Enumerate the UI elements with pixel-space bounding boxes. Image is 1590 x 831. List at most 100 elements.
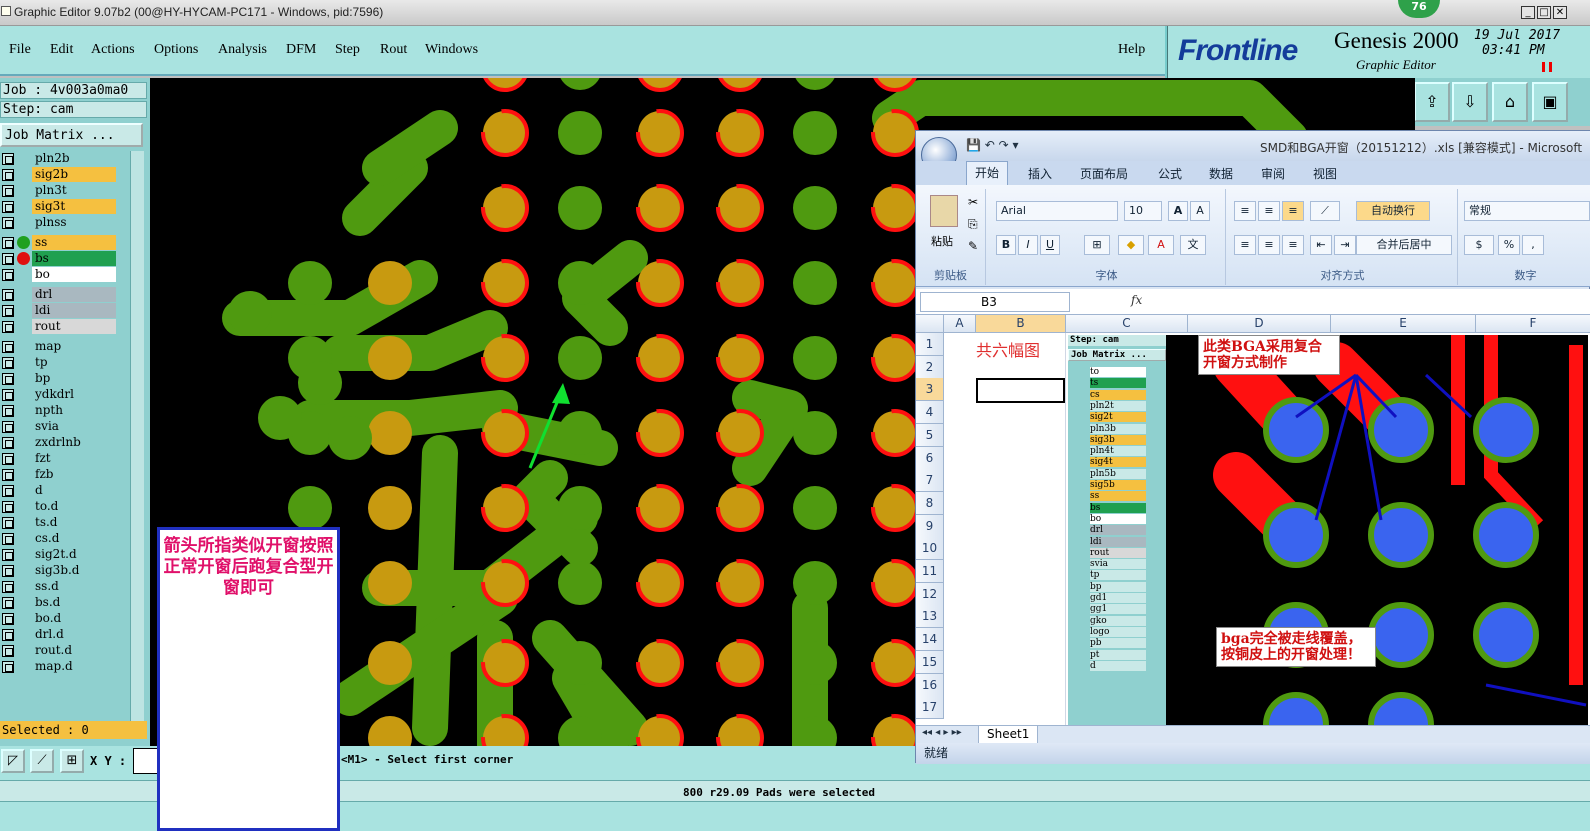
- layer-row-bs.d[interactable]: bs.d: [0, 595, 118, 611]
- merge-center-button[interactable]: 合并后居中: [1356, 235, 1452, 255]
- row-header-10[interactable]: 10: [916, 537, 944, 561]
- layer-checkbox[interactable]: [2, 201, 14, 213]
- layer-row-map.d[interactable]: map.d: [0, 659, 118, 675]
- layer-row-sig2b[interactable]: sig2b: [0, 167, 118, 183]
- paste-icon[interactable]: [930, 195, 958, 227]
- col-header-f[interactable]: F: [1476, 315, 1590, 333]
- col-header-d[interactable]: D: [1188, 315, 1331, 333]
- phonetic-icon[interactable]: 文: [1180, 235, 1206, 255]
- layer-checkbox[interactable]: [2, 305, 14, 317]
- layer-row-map[interactable]: map: [0, 339, 118, 355]
- window-icon[interactable]: ▣: [1532, 82, 1568, 122]
- layer-checkbox[interactable]: [2, 341, 14, 353]
- layer-checkbox[interactable]: [2, 357, 14, 369]
- row-header-5[interactable]: 5: [916, 423, 944, 447]
- row-header-7[interactable]: 7: [916, 469, 944, 493]
- layer-checkbox[interactable]: [2, 421, 14, 433]
- align-left-icon[interactable]: ≡: [1234, 235, 1256, 255]
- tab-insert[interactable]: 插入: [1028, 165, 1052, 182]
- spreadsheet-grid[interactable]: A B C D E F 1 2 3 4 5 6 7 8 9 10 11 12 13 14 15 16 17 共六…: [916, 315, 1590, 725]
- home-icon[interactable]: ⌂: [1492, 82, 1528, 122]
- layer-row-ldi[interactable]: ldi: [0, 303, 118, 319]
- layer-checkbox[interactable]: [2, 469, 14, 481]
- layer-checkbox[interactable]: [2, 565, 14, 577]
- layer-row-d[interactable]: d: [0, 483, 118, 499]
- layer-row-svia[interactable]: svia: [0, 419, 118, 435]
- pause-icon[interactable]: [1542, 62, 1552, 72]
- import-icon[interactable]: ⇪: [1414, 82, 1450, 122]
- layer-checkbox[interactable]: [2, 549, 14, 561]
- number-format-select[interactable]: 常规: [1464, 201, 1590, 221]
- cell-b3-selected[interactable]: [976, 378, 1065, 403]
- format-painter-icon[interactable]: ✎: [968, 239, 978, 253]
- copy-icon[interactable]: ⎘: [968, 217, 978, 232]
- layer-row-sig3t[interactable]: sig3t: [0, 199, 118, 215]
- row-header-1[interactable]: 1: [916, 333, 944, 356]
- layer-row-ydkdrl[interactable]: ydkdrl: [0, 387, 118, 403]
- job-matrix-button[interactable]: Job Matrix ...: [0, 123, 143, 147]
- font-color-icon[interactable]: A: [1148, 235, 1174, 255]
- align-bottom-icon[interactable]: ≡: [1282, 201, 1304, 221]
- paste-label[interactable]: 粘贴: [931, 233, 953, 249]
- layer-checkbox[interactable]: [2, 661, 14, 673]
- layer-checkbox[interactable]: [2, 169, 14, 181]
- layer-checkbox[interactable]: [2, 269, 14, 281]
- layer-checkbox[interactable]: [2, 237, 14, 249]
- embedded-image[interactable]: Step: cam Job Matrix ... to ts cs pln2t sig2…: [1068, 335, 1588, 725]
- cell-b1[interactable]: 共六幅图: [976, 337, 1040, 361]
- quick-access-icons[interactable]: 💾 ↶ ↷ ▾: [966, 138, 1019, 152]
- layer-row-ts.d[interactable]: ts.d: [0, 515, 118, 531]
- layer-row-zxdrlnb[interactable]: zxdrlnb: [0, 435, 118, 451]
- layer-row-drl.d[interactable]: drl.d: [0, 627, 118, 643]
- increase-indent-icon[interactable]: ⇥: [1334, 235, 1356, 255]
- xy-input[interactable]: [133, 748, 158, 774]
- menu-analysis[interactable]: Analysis: [218, 42, 267, 58]
- menu-actions[interactable]: Actions: [91, 42, 135, 58]
- col-header-e[interactable]: E: [1331, 315, 1476, 333]
- tab-view[interactable]: 视图: [1313, 165, 1337, 182]
- layer-checkbox[interactable]: [2, 597, 14, 609]
- layer-checkbox[interactable]: [2, 321, 14, 333]
- tab-home[interactable]: 开始: [966, 161, 1009, 185]
- measure-icon[interactable]: ⟋: [30, 749, 54, 773]
- row-header-17[interactable]: 17: [916, 696, 944, 720]
- minimize-button[interactable]: _: [1521, 6, 1535, 19]
- layer-row-npth[interactable]: npth: [0, 403, 118, 419]
- row-header-8[interactable]: 8: [916, 491, 944, 515]
- tab-page-layout[interactable]: 页面布局: [1080, 165, 1128, 182]
- layer-checkbox[interactable]: [2, 389, 14, 401]
- menu-options[interactable]: Options: [154, 42, 198, 58]
- excel-window[interactable]: 💾 ↶ ↷ ▾ SMD和BGA开窗（20151212）.xls [兼容模式] -…: [915, 130, 1590, 764]
- layer-row-to.d[interactable]: to.d: [0, 499, 118, 515]
- layer-row-pln3t[interactable]: pln3t: [0, 183, 118, 199]
- tab-data[interactable]: 数据: [1209, 165, 1233, 182]
- row-header-4[interactable]: 4: [916, 401, 944, 425]
- underline-button[interactable]: U: [1040, 235, 1060, 255]
- layer-row-cs.d[interactable]: cs.d: [0, 531, 118, 547]
- fill-color-icon[interactable]: ◆: [1118, 235, 1144, 255]
- layer-checkbox[interactable]: [2, 217, 14, 229]
- italic-button[interactable]: I: [1018, 235, 1038, 255]
- comma-icon[interactable]: ,: [1522, 235, 1544, 255]
- tab-formulas[interactable]: 公式: [1158, 165, 1182, 182]
- font-name-select[interactable]: Arial: [996, 201, 1118, 221]
- layer-checkbox[interactable]: [2, 485, 14, 497]
- layer-row-pln2b[interactable]: pln2b: [0, 151, 118, 167]
- layer-checkbox[interactable]: [2, 405, 14, 417]
- bold-button[interactable]: B: [996, 235, 1016, 255]
- layer-row-sig3b.d[interactable]: sig3b.d: [0, 563, 118, 579]
- layer-checkbox[interactable]: [2, 437, 14, 449]
- layer-checkbox[interactable]: [2, 581, 14, 593]
- font-size-select[interactable]: 10: [1124, 201, 1162, 221]
- layer-row-rout.d[interactable]: rout.d: [0, 643, 118, 659]
- layer-checkbox[interactable]: [2, 533, 14, 545]
- layer-row-rout[interactable]: rout: [0, 319, 118, 335]
- layer-checkbox[interactable]: [2, 289, 14, 301]
- col-header-c[interactable]: C: [1066, 315, 1188, 333]
- menu-rout[interactable]: Rout: [380, 42, 407, 58]
- select-all[interactable]: [916, 315, 944, 333]
- layer-checkbox[interactable]: [2, 373, 14, 385]
- percent-icon[interactable]: %: [1498, 235, 1520, 255]
- maximize-button[interactable]: □: [1537, 6, 1551, 19]
- fx-icon[interactable]: fx: [1131, 293, 1142, 307]
